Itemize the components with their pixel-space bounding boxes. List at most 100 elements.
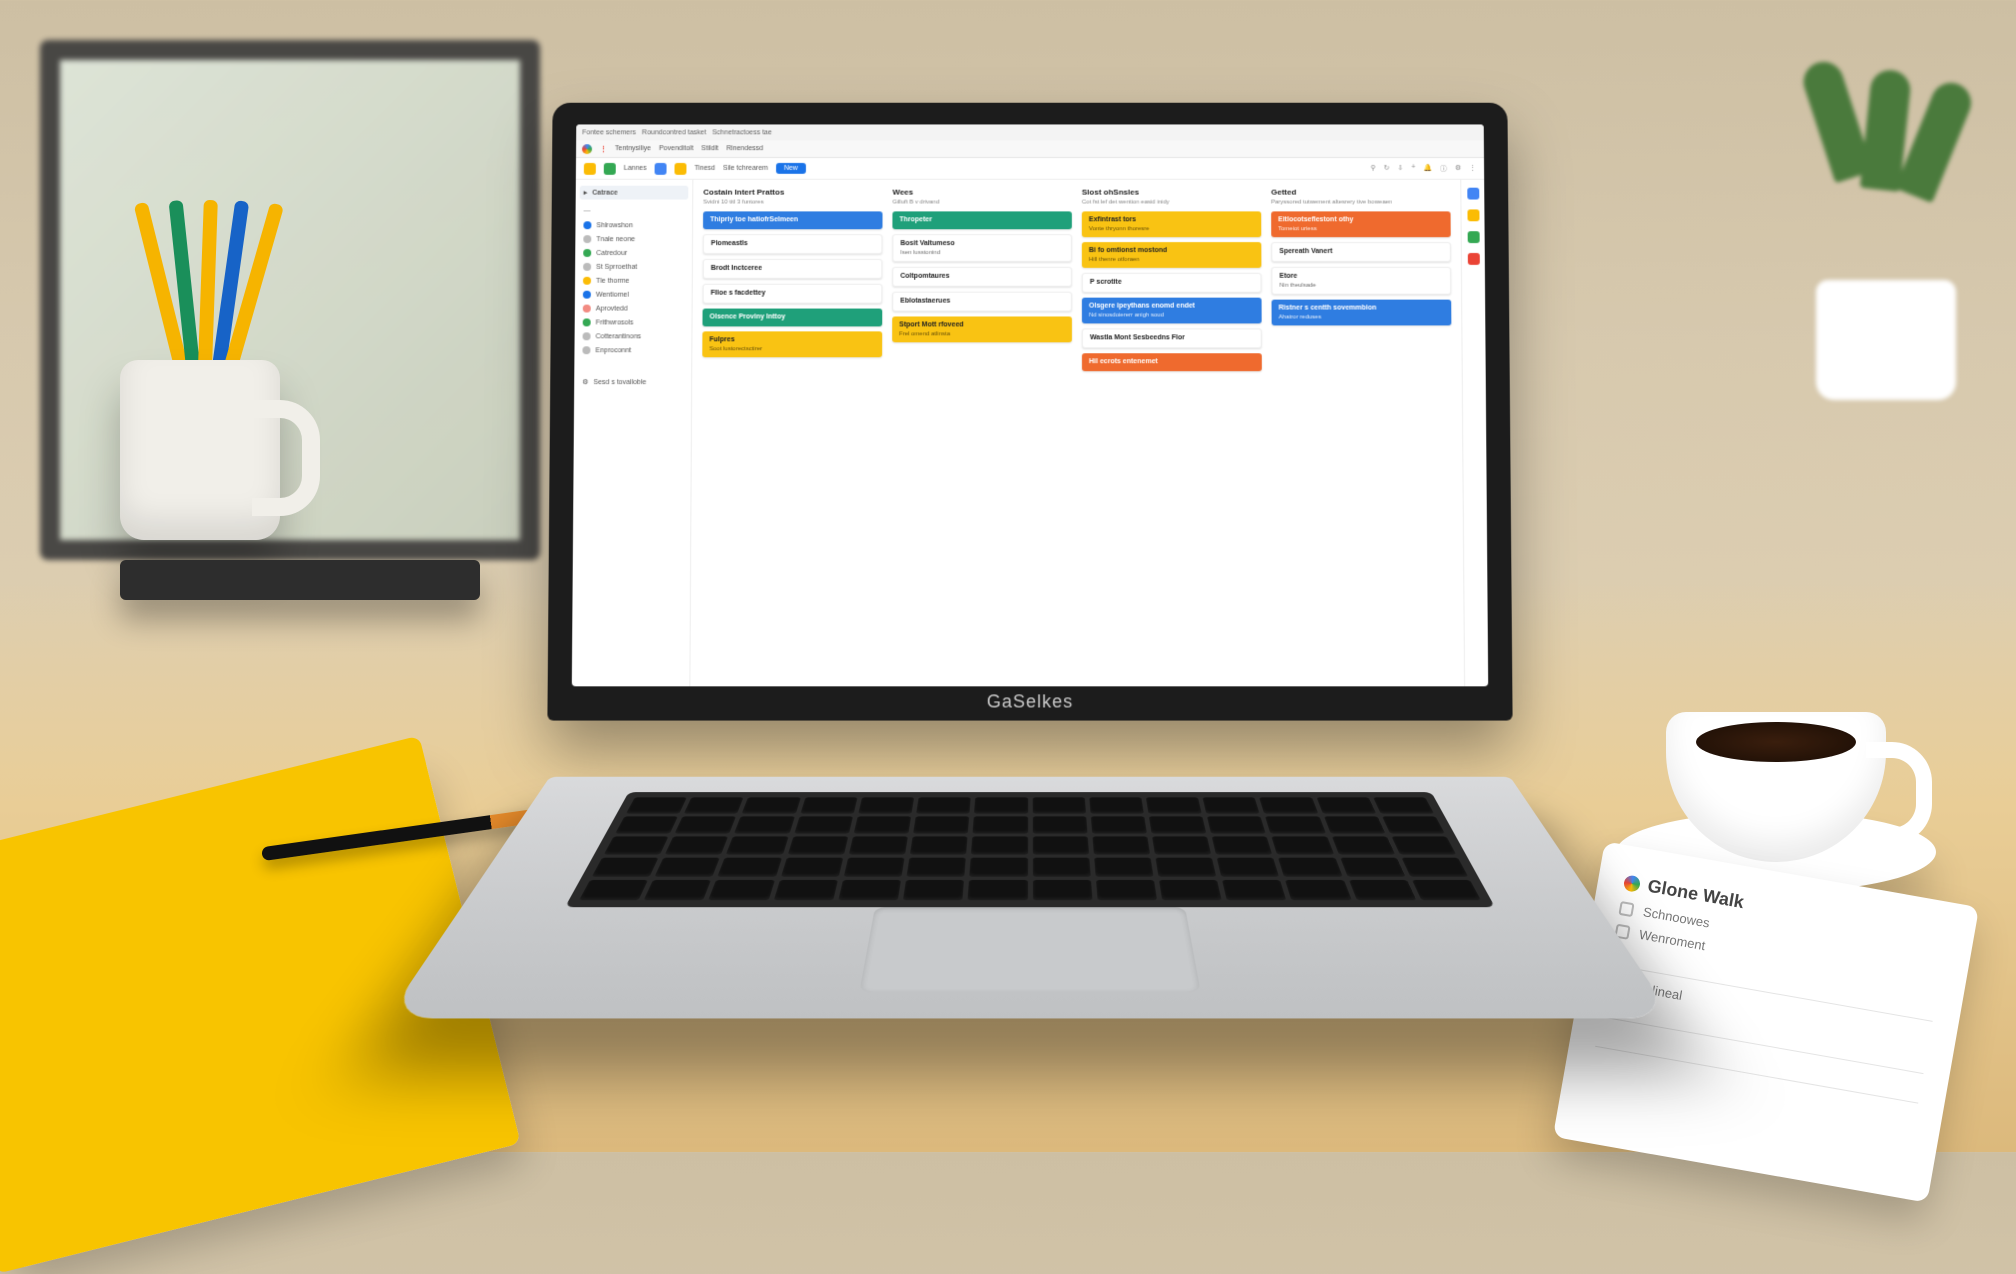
card[interactable]: Eblotastaerues <box>892 292 1072 312</box>
titlebar-tab[interactable]: Schnetractoess tae <box>712 129 772 136</box>
card[interactable]: Brodt Inctceree <box>703 259 883 279</box>
card-title: Flloe s facdettey <box>711 290 875 298</box>
card[interactable]: Olsence Proviny Inttoy <box>702 309 882 327</box>
card[interactable]: Ristner s centth sovemmbion Ahatror redus… <box>1272 300 1452 326</box>
laptop-brand: GaSelkes <box>547 691 1512 712</box>
contacts-icon[interactable] <box>1467 253 1479 265</box>
card[interactable]: Thipriy toe hatiofrSelmeen <box>703 211 882 229</box>
grid-icon[interactable] <box>655 162 667 174</box>
desk-scene: Glone Walk Schnoowes Wenroment Pyt linea… <box>0 0 2016 1152</box>
sidebar-item-label: Tnale neone <box>596 236 635 243</box>
help-icon[interactable]: ⓘ <box>1440 163 1447 173</box>
right-rail <box>1460 180 1488 687</box>
sidebar-item[interactable]: Catredour <box>579 246 688 260</box>
star-icon[interactable] <box>584 162 596 174</box>
menu-item[interactable]: Povenditolt <box>659 145 694 152</box>
plus-icon[interactable]: + <box>1411 163 1415 173</box>
sidebar-item-label: Frithwrosols <box>596 319 634 326</box>
sidebar-item[interactable]: Cotterantinons <box>579 329 688 343</box>
card[interactable]: Plomeastls <box>703 234 883 254</box>
card-sub: Hill thenre otforaen <box>1089 257 1255 263</box>
card[interactable]: Thropeter <box>892 211 1071 229</box>
trackpad <box>859 907 1200 992</box>
card-title: Thropeter <box>899 216 1064 224</box>
app-logo-icon <box>582 144 592 154</box>
board-column: Slost ohSnsles Cot fst lef det wention e… <box>1082 188 1263 679</box>
toolbar-primary-button[interactable]: New <box>776 163 806 174</box>
card-title: Etore <box>1279 273 1443 281</box>
refresh-icon[interactable]: ↻ <box>1384 163 1390 173</box>
sidebar-item[interactable]: Enproconnt <box>578 343 687 357</box>
card[interactable]: Exfintrast torsVonte thryonn thoresre <box>1082 211 1261 237</box>
sidebar-search[interactable]: ▸ Catrace <box>580 186 689 200</box>
more-icon[interactable]: ⋮ <box>1469 163 1476 173</box>
card-sub: Ahatror reduses <box>1279 315 1445 321</box>
card[interactable]: Hil ecrots entenemet <box>1082 353 1262 371</box>
download-icon[interactable]: ⇩ <box>1397 163 1403 173</box>
card[interactable]: Eitlocotseflestont othyTomeiot uriess <box>1271 211 1451 237</box>
flag-icon[interactable] <box>674 162 686 174</box>
column-subtitle: Paryssored tutwement altesrery tive bowe… <box>1271 200 1450 206</box>
menu-item[interactable]: Stildlt <box>701 145 718 152</box>
menu-item[interactable]: Rinendessd <box>726 145 763 152</box>
sidebar-item[interactable]: Shlrowshon <box>579 218 688 232</box>
card[interactable]: Olsgere ipeythans enomd endetNd sinosdoi… <box>1082 298 1262 324</box>
card[interactable]: P scrotite <box>1082 273 1262 293</box>
laptop-screen-shell: Fontee schemers Roundcontred tasket Schn… <box>547 103 1512 721</box>
sidebar-footer[interactable]: ⚙Sesd s tovalloble <box>578 375 687 389</box>
card-title: Ristner s centth sovemmbion <box>1279 305 1445 313</box>
card[interactable]: Coltpomtaures <box>892 267 1072 287</box>
bell-icon[interactable]: 🔔 <box>1423 163 1432 173</box>
column-subtitle: Svidni 10 titl 3 funtores <box>703 200 882 206</box>
card[interactable]: Bosit ValtumesoIsen lusstonind <box>892 234 1072 262</box>
calendar-icon[interactable] <box>1467 188 1479 200</box>
sidebar-item[interactable]: St Sprroethat <box>579 260 688 274</box>
desk-pad <box>120 560 480 600</box>
card[interactable]: Bi fo omtionst mostond Hill thenre otfora… <box>1082 242 1262 268</box>
card-sub: Vonte thryonn thoresre <box>1089 226 1254 232</box>
sidebar-item[interactable]: Wentiomel <box>579 288 688 302</box>
card-sub: Nd sinosdoiererr anigh soud <box>1089 313 1255 319</box>
card-title: Wastla Mont Sesbeedns Flor <box>1090 335 1254 343</box>
card-sub: Isen lusstonind <box>900 250 1064 256</box>
card[interactable]: Flloe s facdettey <box>703 284 883 304</box>
toolbar-button[interactable]: Tinesd <box>694 165 715 172</box>
toolbar-button[interactable]: Sile tchrearem <box>723 165 768 172</box>
gear-icon[interactable]: ⚙ <box>1455 163 1461 173</box>
card[interactable]: Spereath Vanert <box>1271 242 1451 262</box>
keep-icon[interactable] <box>1467 209 1479 221</box>
column-title: Costain Intert Prattos <box>703 188 882 197</box>
sidebar-item-label: Enproconnt <box>595 347 631 354</box>
sidebar-item[interactable]: Tnale neone <box>579 232 688 246</box>
toolbar-button[interactable]: Lannes <box>624 165 647 172</box>
sidebar-item[interactable]: Aprovtedd <box>579 302 688 316</box>
sidebar-item[interactable]: Tle thorme <box>579 274 688 288</box>
tasks-icon[interactable] <box>1467 231 1479 243</box>
laptop: Fontee schemers Roundcontred tasket Schn… <box>480 100 1580 1060</box>
kanban-board: Costain Intert Prattos Svidni 10 titl 3 … <box>690 180 1464 687</box>
titlebar-tab[interactable]: Roundcontred tasket <box>642 129 706 136</box>
titlebar-tab[interactable]: Fontee schemers <box>582 129 636 136</box>
board-column: Wees Gilluft B v drivand Thropeter Bosit… <box>891 188 1072 679</box>
sidebar-footer-label: Sesd s tovalloble <box>593 379 646 386</box>
card-title: Bi fo omtionst mostond <box>1089 247 1255 255</box>
menu-item[interactable]: Tentnysiliye <box>615 145 651 152</box>
note-item: Wenroment <box>1638 927 1707 953</box>
card-title: P scrotite <box>1090 279 1254 287</box>
card[interactable]: FulpresSoot lustorectsctirer <box>702 332 882 358</box>
sticky-note-card: Glone Walk Schnoowes Wenroment Pyt linea… <box>1553 841 1979 1202</box>
board-column: Costain Intert Prattos Svidni 10 titl 3 … <box>700 188 882 679</box>
laptop-keyboard-deck <box>386 777 1674 1019</box>
card-title: Spereath Vanert <box>1279 248 1443 256</box>
card[interactable]: EtoreNin theulsade <box>1271 267 1451 295</box>
card[interactable]: Wastla Mont Sesbeedns Flor <box>1082 329 1262 349</box>
card-title: Eblotastaerues <box>900 298 1064 306</box>
card[interactable]: Stport Mott rfoveedFrel omend atlinsta <box>892 317 1072 343</box>
card-sub: Soot lustorectsctirer <box>709 347 875 353</box>
tag-icon[interactable] <box>604 162 616 174</box>
sidebar-item[interactable]: Frithwrosols <box>579 315 688 329</box>
sidebar-selected-label: Catrace <box>592 189 618 196</box>
window-titlebar: Fontee schemers Roundcontred tasket Schn… <box>576 124 1484 140</box>
plant <box>1776 60 1996 400</box>
search-icon[interactable]: ⚲ <box>1371 163 1376 173</box>
